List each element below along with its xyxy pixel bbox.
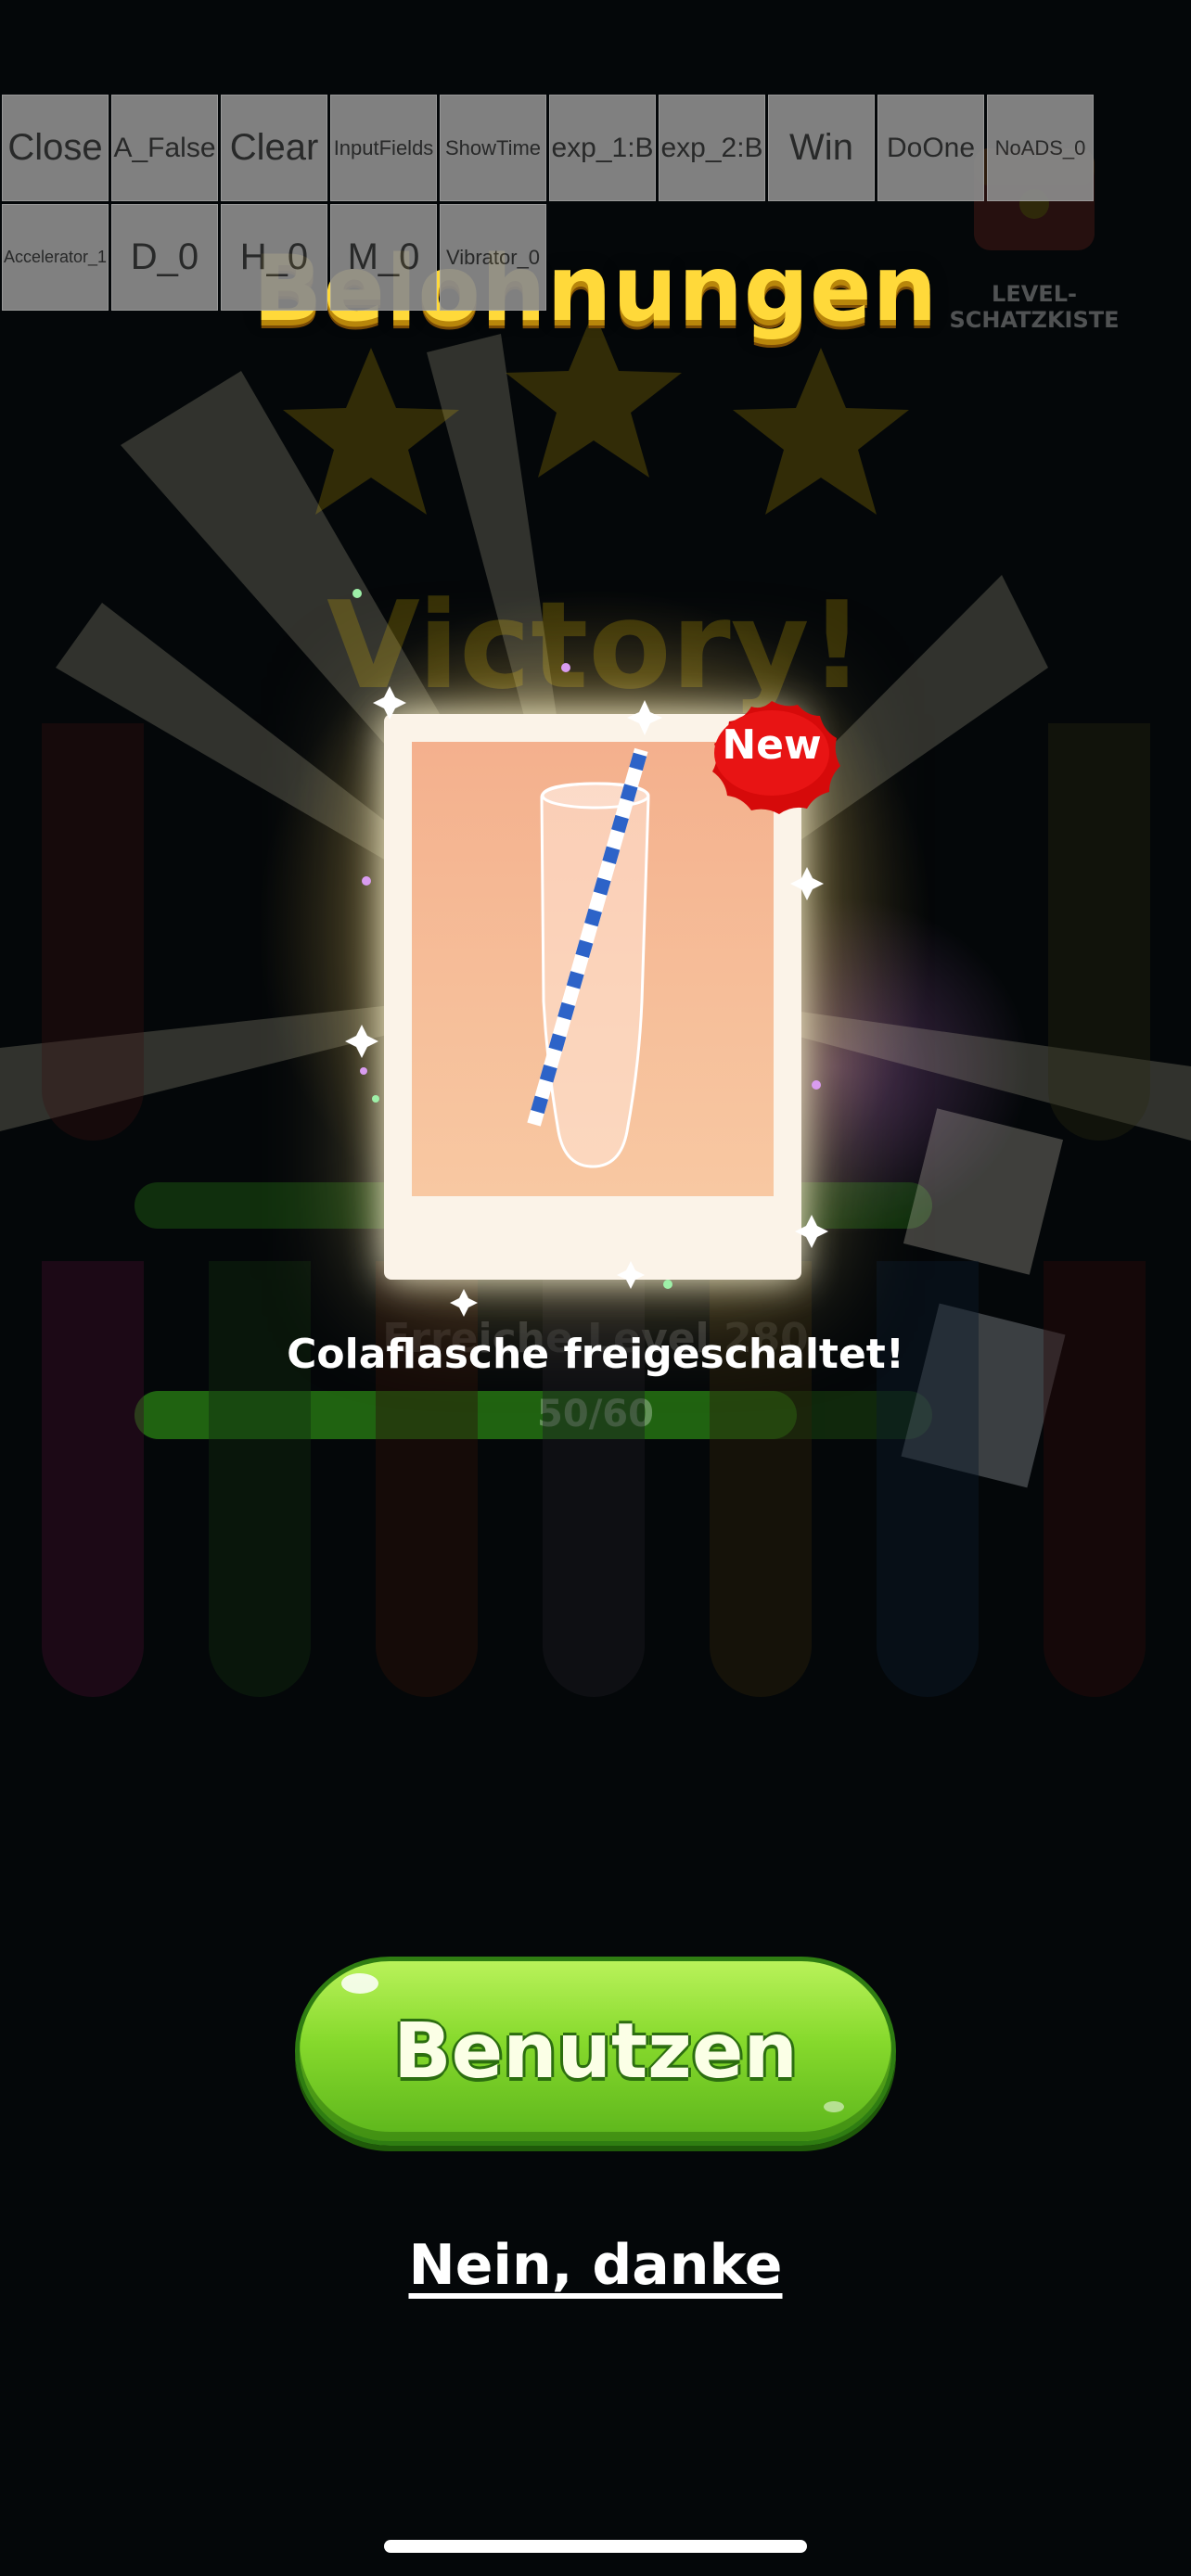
debug-button-exp-2-b[interactable]: exp_2:B: [659, 95, 765, 201]
no-thanks-link[interactable]: Nein, danke: [0, 2233, 1191, 2298]
debug-button-accelerator-1[interactable]: Accelerator_1: [2, 204, 109, 311]
button-highlight: [824, 2101, 844, 2112]
home-indicator[interactable]: [384, 2540, 807, 2553]
debug-button-vibrator-0[interactable]: Vibrator_0: [440, 204, 546, 311]
debug-button-close[interactable]: Close: [2, 95, 109, 201]
sparkles: [345, 589, 828, 1317]
debug-button-clear[interactable]: Clear: [221, 95, 327, 201]
button-highlight: [341, 1973, 378, 1994]
debug-button-doone[interactable]: DoOne: [877, 95, 984, 201]
unlock-message: Colaflasche freigeschaltet!: [287, 1331, 904, 1378]
debug-button-showtime[interactable]: ShowTime: [440, 95, 546, 201]
debug-button-a-false[interactable]: A_False: [111, 95, 218, 201]
debug-button-h-0[interactable]: H_0: [221, 204, 327, 311]
use-button[interactable]: Benutzen: [295, 1957, 896, 2146]
debug-button-exp-1-b[interactable]: exp_1:B: [549, 95, 656, 201]
debug-button-inputfields[interactable]: InputFields: [330, 95, 437, 201]
debug-button-win[interactable]: Win: [768, 95, 875, 201]
use-button-label: Benutzen: [393, 2007, 798, 2096]
debug-button-noads-0[interactable]: NoADS_0: [987, 95, 1094, 201]
debug-button-d-0[interactable]: D_0: [111, 204, 218, 311]
debug-button-m-0[interactable]: M_0: [330, 204, 437, 311]
